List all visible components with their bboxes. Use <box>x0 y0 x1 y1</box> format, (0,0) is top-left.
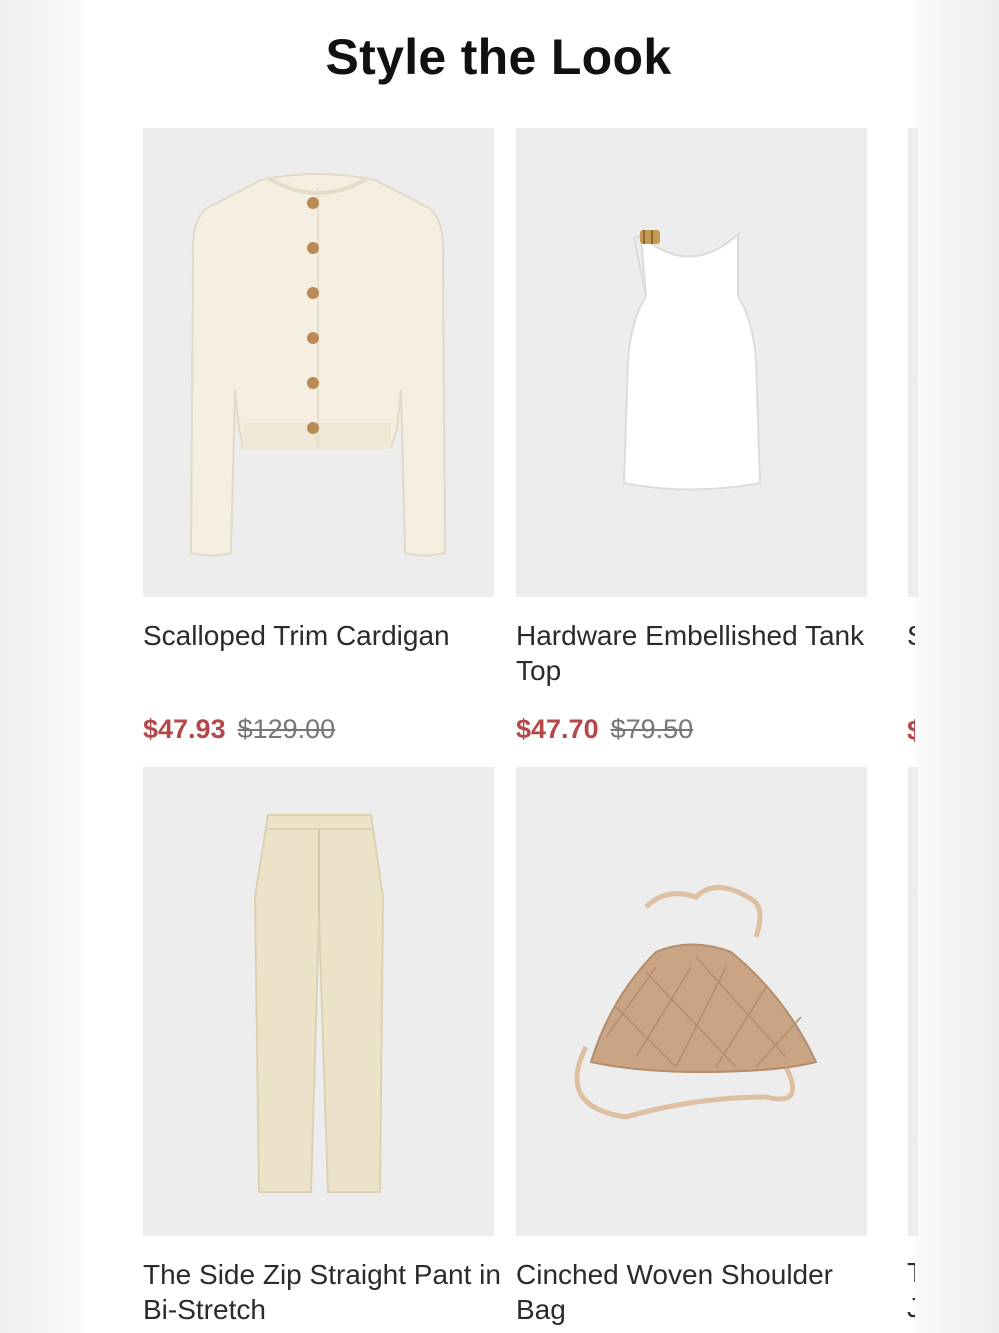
product-image[interactable] <box>143 128 494 597</box>
sale-price: $47.93 <box>143 714 226 744</box>
shoulder-bag-icon <box>574 885 818 1120</box>
product-name[interactable]: The Side Zip Straight Pant in Bi-Stretch <box>143 1257 503 1327</box>
tank-top-icon <box>622 230 762 491</box>
next-product-image-peek[interactable] <box>908 128 918 597</box>
product-name[interactable]: Cinched Woven Shoulder Bag <box>516 1257 876 1327</box>
cardigan-icon <box>189 173 447 557</box>
product-prices: $47.93 $129.00 <box>143 714 503 745</box>
original-price: $129.00 <box>237 714 336 744</box>
product-card-tank-top[interactable]: Hardware Embellished Tank Top $47.70 $79.… <box>516 128 876 748</box>
product-card-cardigan[interactable]: Scalloped Trim Cardigan $47.93 $129.00 <box>143 128 503 748</box>
next-product-name-peek-2a[interactable]: T <box>907 1257 915 1289</box>
right-background <box>915 0 999 1333</box>
product-image[interactable] <box>516 767 867 1236</box>
product-image[interactable] <box>143 767 494 1236</box>
product-prices: $47.70 $79.50 <box>516 714 876 745</box>
next-product-name-peek-2b[interactable]: J <box>907 1292 915 1324</box>
sale-price: $47.70 <box>516 714 599 744</box>
original-price: $79.50 <box>610 714 694 744</box>
product-card-shoulder-bag[interactable]: Cinched Woven Shoulder Bag <box>516 767 876 1333</box>
next-product-name-peek[interactable]: S <box>907 620 915 652</box>
product-image[interactable] <box>516 128 867 597</box>
next-product-image-peek-2[interactable] <box>908 767 918 1236</box>
section-title: Style the Look <box>325 29 672 85</box>
product-name[interactable]: Scalloped Trim Cardigan <box>143 618 503 653</box>
product-name[interactable]: Hardware Embellished Tank Top <box>516 618 876 688</box>
pants-icon <box>253 814 385 1193</box>
product-card-pants[interactable]: The Side Zip Straight Pant in Bi-Stretch <box>143 767 503 1333</box>
left-background <box>0 0 84 1333</box>
next-product-price-peek: $ <box>907 715 915 746</box>
